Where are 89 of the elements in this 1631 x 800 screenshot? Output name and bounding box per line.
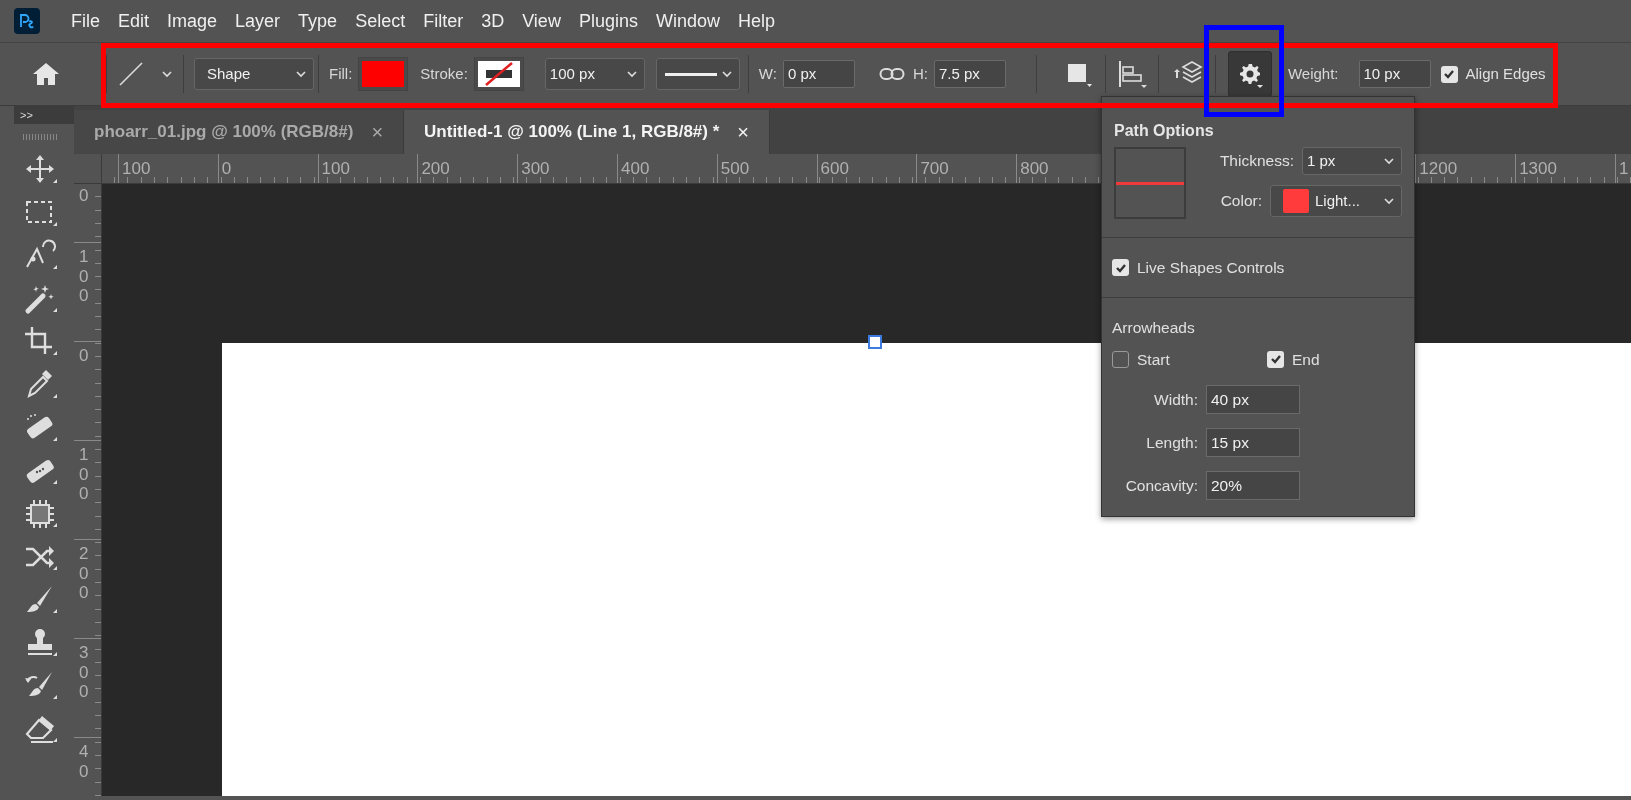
document-tab[interactable]: Untitled-1 @ 100% (Line 1, RGB/8#) * ×: [404, 110, 770, 154]
caret-icon: [295, 69, 307, 79]
document-tab[interactable]: phoarr_01.jpg @ 100% (RGB/8#) ×: [74, 110, 405, 154]
ruler-label: 1300: [1519, 159, 1557, 178]
checkbox-label: Live Shapes Controls: [1137, 258, 1285, 278]
settings-button[interactable]: [1227, 51, 1272, 97]
menu-item[interactable]: Type: [289, 7, 347, 35]
checkbox[interactable]: [1267, 350, 1284, 368]
ruler-label: 0: [221, 159, 232, 178]
menu-item[interactable]: Filter: [414, 7, 473, 35]
ruler-label: 40: [79, 742, 90, 782]
panel-title: Path Options: [1114, 121, 1215, 141]
input-field[interactable]: 15 px: [1206, 427, 1300, 457]
line-icon: [117, 60, 145, 88]
weight-input[interactable]: 10 px: [1358, 60, 1431, 88]
close-button[interactable]: ×: [371, 117, 384, 147]
ruler-label: 1200: [1419, 159, 1458, 178]
checkbox[interactable]: [1440, 65, 1458, 83]
checkbox[interactable]: [1112, 259, 1129, 277]
checkmark-icon: [1443, 68, 1455, 80]
ruler-label: 300: [521, 159, 550, 178]
color-label: Color:: [1220, 191, 1262, 212]
field-label: Length:: [1145, 432, 1198, 453]
stroke-width-dropdown[interactable]: 100 px: [544, 58, 645, 90]
input-field[interactable]: 20%: [1206, 470, 1300, 500]
menu-item[interactable]: Window: [646, 7, 729, 35]
menu-item[interactable]: Image: [158, 7, 227, 35]
caret-icon: [1383, 156, 1395, 166]
ruler-label: 0: [79, 186, 90, 206]
ruler-label: 300: [79, 643, 90, 702]
menu-item[interactable]: Edit: [109, 7, 159, 35]
ruler-label: 0: [79, 346, 90, 366]
checkbox[interactable]: [1112, 350, 1129, 368]
ruler-label: 100: [79, 445, 90, 504]
weight-label: Weight:: [1287, 63, 1339, 84]
stroke-style-dropdown[interactable]: [655, 58, 740, 90]
ruler-label: 1: [1618, 159, 1629, 178]
align-icon[interactable]: [1117, 59, 1148, 89]
input-field[interactable]: 40 px: [1206, 384, 1300, 414]
ruler-label: 200: [79, 544, 90, 603]
caret-icon: [720, 69, 733, 79]
color-swatch: [1283, 189, 1309, 213]
checkbox-label: Start: [1137, 349, 1170, 370]
menu-item[interactable]: 3D: [472, 7, 514, 35]
ruler-label: 800: [1020, 159, 1049, 178]
menu-item[interactable]: Layer: [226, 7, 290, 35]
link-icon[interactable]: [878, 66, 905, 82]
checkbox-label: Align Edges: [1465, 63, 1546, 84]
caret-icon: [1383, 196, 1395, 206]
checkbox-label: End: [1292, 349, 1320, 370]
solid-line-icon: [664, 71, 717, 77]
section-title: Arrowheads: [1112, 318, 1196, 339]
ruler-label: 100: [79, 247, 90, 306]
field-label: Width:: [1153, 389, 1198, 410]
home-icon: [32, 61, 60, 87]
ruler-label: 400: [621, 159, 650, 178]
app-logo: [14, 8, 40, 34]
menu-item[interactable]: File: [62, 7, 109, 35]
panel-toggle[interactable]: >>: [14, 106, 74, 124]
caret-icon: [625, 69, 638, 79]
menu-item[interactable]: Plugins: [569, 7, 647, 35]
stroke-preview: [1114, 147, 1186, 219]
ruler-label: 500: [720, 159, 750, 178]
anchor-handle[interactable]: [868, 335, 882, 349]
stroke-label: Stroke:: [420, 63, 468, 84]
color-dropdown[interactable]: Light...: [1270, 185, 1402, 217]
line-tool-button[interactable]: [117, 60, 173, 88]
width-input[interactable]: 0 px: [782, 60, 855, 88]
ruler-label: 600: [820, 159, 849, 178]
stroke-swatch[interactable]: [473, 57, 524, 91]
height-label: H:: [912, 63, 928, 84]
ruler-label: 100: [321, 159, 350, 178]
field-label: Concavity:: [1124, 475, 1198, 496]
fill-swatch[interactable]: [358, 57, 409, 91]
mode-dropdown[interactable]: Shape: [194, 58, 314, 90]
ruler-label: 200: [421, 159, 450, 178]
ruler-label: 100: [122, 159, 151, 178]
height-input[interactable]: 7.5 px: [933, 60, 1006, 88]
menu-item[interactable]: Select: [346, 7, 415, 35]
checkmark-icon: [1269, 353, 1282, 366]
caret-icon: [161, 69, 173, 79]
menu-item[interactable]: Help: [728, 7, 784, 35]
ruler-label: 700: [920, 159, 949, 178]
menu-item[interactable]: View: [513, 7, 570, 35]
thickness-dropdown[interactable]: 1 px: [1302, 147, 1402, 175]
fill-label: Fill:: [329, 63, 353, 84]
width-label: W:: [758, 63, 777, 84]
close-button[interactable]: ×: [737, 117, 749, 147]
thickness-label: Thickness:: [1219, 151, 1294, 172]
